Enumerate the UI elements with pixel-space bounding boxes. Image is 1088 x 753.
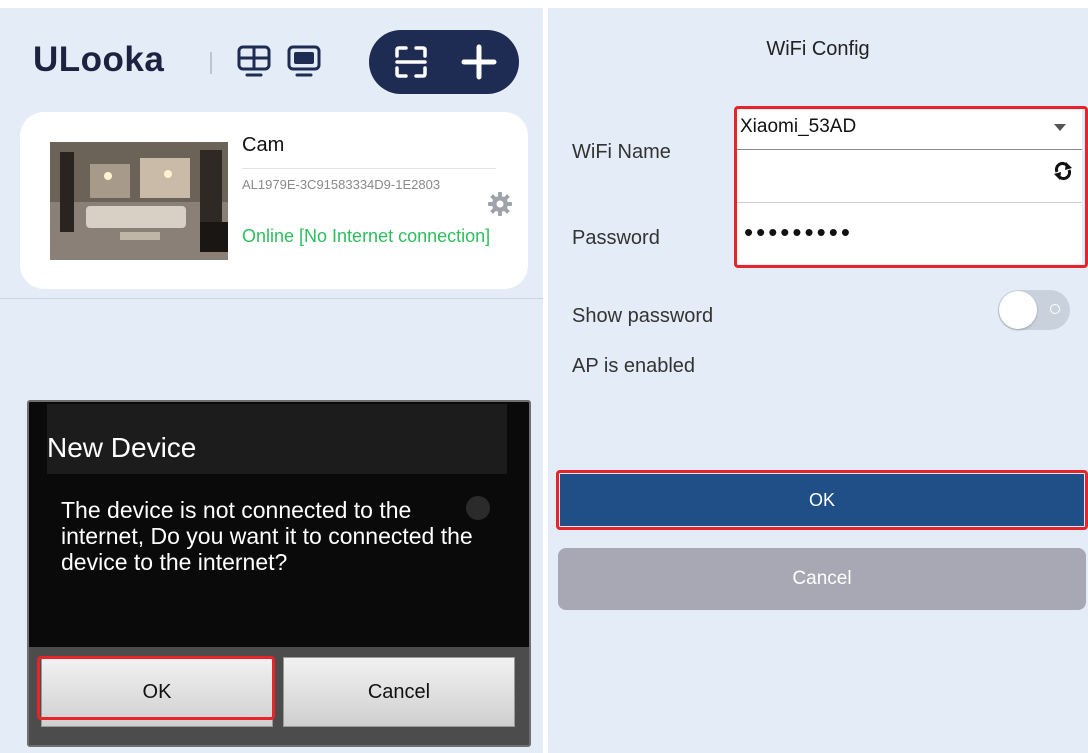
dialog-message: The device is not connected to the inter… xyxy=(61,497,473,575)
card-divider xyxy=(242,168,496,169)
dialog-ok-button[interactable]: OK xyxy=(41,657,273,727)
cancel-button[interactable]: Cancel xyxy=(558,548,1086,610)
wifi-name-value: Xiaomi_53AD xyxy=(740,116,857,137)
wifi-name-select[interactable]: Xiaomi_53AD xyxy=(736,110,1082,150)
wifi-name-label: WiFi Name xyxy=(572,141,671,163)
list-separator xyxy=(0,298,543,299)
show-password-toggle[interactable] xyxy=(998,290,1070,330)
camera-status: Online [No Internet connection] xyxy=(242,226,491,246)
dialog-button-bar: OK Cancel xyxy=(29,647,529,745)
toggle-knob xyxy=(999,291,1037,329)
refresh-icon[interactable] xyxy=(1052,160,1074,182)
wifi-form-box: Xiaomi_53AD ••••••••• xyxy=(736,110,1082,264)
scan-button[interactable] xyxy=(373,30,448,94)
add-icon xyxy=(461,44,496,80)
page-title: WiFi Config xyxy=(766,38,870,60)
wifi-config-screen: WiFi Config WiFi Name Password Xiaomi_53… xyxy=(548,8,1088,753)
password-input[interactable]: ••••••••• xyxy=(736,202,1082,264)
ok-button[interactable]: OK xyxy=(560,474,1084,526)
header-action-pill xyxy=(369,30,519,94)
camera-id: AL1979E-3C91583334D9-1E2803 xyxy=(242,177,441,192)
grid-view-icon[interactable] xyxy=(236,44,272,80)
monitor-icon[interactable] xyxy=(286,44,322,80)
dialog-cancel-button[interactable]: Cancel xyxy=(283,657,515,727)
scan-icon xyxy=(394,46,427,78)
header-divider xyxy=(210,52,212,74)
device-list-screen: ULooka Cam AL1979E-3C91583334D9-1E2803 O… xyxy=(0,8,543,753)
chevron-down-icon xyxy=(1054,124,1066,131)
show-password-label: Show password xyxy=(572,305,714,327)
toggle-off-indicator xyxy=(1050,304,1060,314)
dialog-title: New Device xyxy=(47,432,197,463)
app-title: ULooka xyxy=(33,40,165,79)
device-card[interactable]: Cam AL1979E-3C91583334D9-1E2803 Online [… xyxy=(20,112,528,289)
gear-icon[interactable] xyxy=(487,191,513,217)
camera-thumbnail[interactable] xyxy=(50,142,228,260)
add-device-button[interactable] xyxy=(441,30,516,94)
password-label: Password xyxy=(572,227,660,249)
new-device-dialog: New Device The device is not connected t… xyxy=(27,400,531,747)
camera-name: Cam xyxy=(242,134,285,156)
ap-status: AP is enabled xyxy=(572,355,696,377)
